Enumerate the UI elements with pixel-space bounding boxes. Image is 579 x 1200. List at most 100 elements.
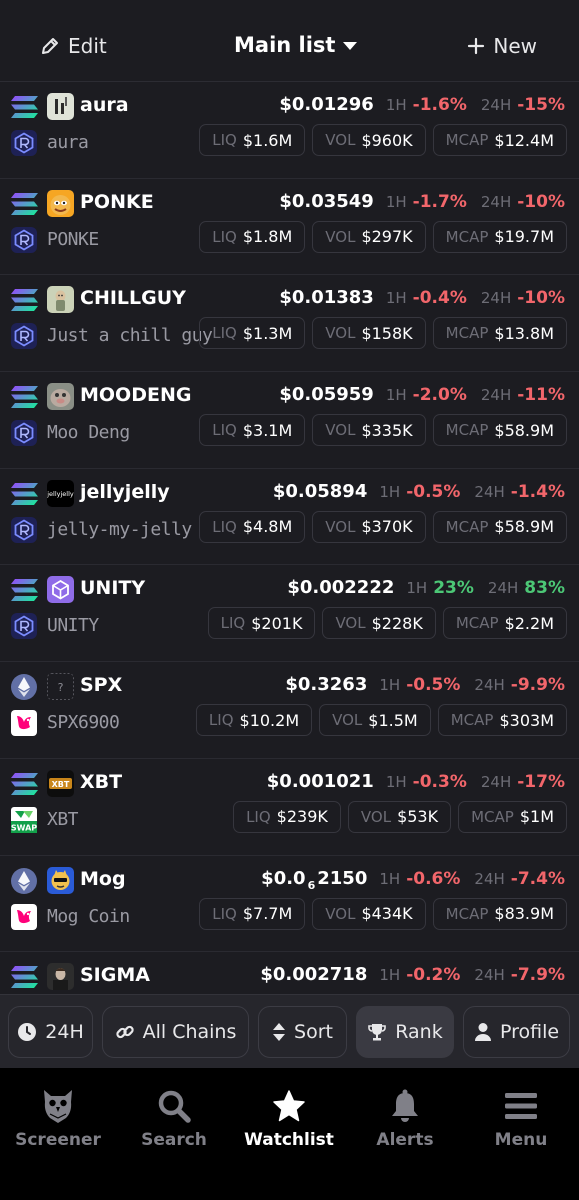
change-1h-label: 1H [379, 676, 401, 695]
token-logo: jellyjelly [47, 479, 74, 507]
menu-icon [503, 1088, 539, 1124]
change-1h-label: 1H [406, 579, 428, 598]
token-row[interactable]: UNITY UNITY $0.002222 1H 23% 24H 83% LIQ… [0, 565, 579, 663]
change-1h-label: 1H [385, 772, 407, 791]
change-1h-label: 1H [379, 482, 401, 501]
token-symbol: MOODENG [80, 384, 192, 407]
raydium-dex-icon [11, 613, 37, 640]
solana-chain-icon [11, 386, 38, 409]
token-price: $0.01296 [279, 94, 374, 115]
volume-pill: VOL $228K [322, 607, 436, 640]
token-stats: LIQ $201K VOL $228K MCAP $2.2M [207, 607, 567, 640]
token-row[interactable]: MOODENG Moo Deng $0.05959 1H -2.0% 24H -… [0, 372, 579, 469]
token-logo [47, 93, 74, 120]
ethereum-chain-icon [11, 867, 38, 894]
sort-button[interactable]: Sort [258, 1006, 347, 1058]
solana-chain-icon [11, 482, 38, 505]
solana-chain-icon [11, 772, 38, 795]
token-row[interactable]: aura aura $0.01296 1H -1.6% 24H -15% LIQ… [0, 82, 579, 179]
solana-chain-icon [11, 966, 38, 989]
token-name: Moo Deng [47, 422, 130, 444]
token-row[interactable]: PONKE PONKE $0.03549 1H -1.7% 24H -10% L… [0, 179, 579, 276]
change-24h: -10% [517, 191, 565, 212]
price-line: $0.001021 1H -0.3% 24H -17% [267, 771, 565, 792]
volume-pill: VOL $960K [312, 124, 426, 156]
change-1h: -2.0% [412, 385, 467, 406]
change-1h-label: 1H [385, 192, 407, 211]
top-bar: Edit Main list New [0, 0, 579, 82]
token-logo [47, 866, 74, 894]
change-24h: -1.4% [510, 481, 565, 502]
liquidity-pill: LIQ $3.1M [199, 414, 306, 447]
search-icon [156, 1088, 192, 1124]
nav-screener-label: Screener [15, 1130, 101, 1150]
pencil-icon [42, 38, 58, 54]
change-24h-label: 24H [487, 579, 519, 598]
nav-menu[interactable]: Menu [463, 1088, 579, 1150]
token-row[interactable]: SIGMA $0.002718 1H -0.2% 24H -7.9% [0, 952, 579, 994]
token-symbol: UNITY [80, 577, 146, 600]
mcap-pill: MCAP $1M [458, 800, 567, 833]
price-line: $0.002222 1H 23% 24H 83% [287, 577, 565, 598]
change-24h-label: 24H [474, 676, 505, 695]
liquidity-pill: LIQ $1.6M [199, 124, 306, 156]
price-line: $0.03549 1H -1.7% 24H -10% [279, 191, 565, 212]
owl-icon [40, 1088, 76, 1124]
plus-icon [468, 37, 485, 55]
token-stats: LIQ $7.7M VOL $434K MCAP $83.9M [199, 897, 567, 930]
token-name: PONKE [47, 228, 99, 250]
mcap-pill: MCAP $19.7M [432, 220, 567, 253]
raydium-dex-icon [11, 323, 37, 350]
token-stats: LIQ $10.2M VOL $1.5M MCAP $303M [195, 704, 567, 737]
token-name: aura [47, 132, 89, 153]
change-24h: -11% [517, 385, 565, 406]
change-24h-label: 24H [480, 386, 512, 405]
change-24h-label: 24H [474, 869, 505, 888]
mcap-pill: MCAP $12.4M [432, 124, 567, 156]
token-price: $0.01383 [279, 287, 374, 309]
token-symbol: aura [80, 94, 129, 116]
change-1h: 23% [433, 578, 474, 599]
token-logo [47, 576, 74, 604]
liquidity-pill: LIQ $4.8M [199, 510, 306, 543]
token-name: jelly-my-jelly [47, 518, 192, 540]
change-1h-label: 1H [379, 869, 401, 888]
list-selector[interactable]: Main list [234, 33, 358, 57]
change-24h-label: 24H [480, 96, 512, 114]
edit-button[interactable]: Edit [40, 34, 107, 58]
nav-alerts-label: Alerts [376, 1130, 434, 1150]
nav-watchlist[interactable]: Watchlist [231, 1088, 347, 1150]
token-stats: LIQ $4.8M VOL $370K MCAP $58.9M [199, 510, 567, 543]
change-1h: -0.6% [406, 868, 461, 889]
filter-bar: 24H All Chains Sort Rank Profile [0, 994, 579, 1068]
token-symbol: Mog [80, 867, 126, 890]
uniswap-dex-icon [11, 903, 37, 930]
nav-search[interactable]: Search [116, 1088, 232, 1150]
token-row[interactable]: jellyjelly jellyjelly jelly-my-jelly $0.… [0, 469, 579, 566]
token-symbol: jellyjelly [80, 480, 170, 503]
token-logo [47, 286, 74, 314]
change-1h: -0.2% [406, 965, 461, 986]
profile-button[interactable]: Profile [463, 1006, 570, 1058]
chains-button[interactable]: All Chains [102, 1006, 249, 1058]
chains-label: All Chains [142, 1021, 237, 1043]
profile-label: Profile [499, 1021, 560, 1043]
token-row[interactable]: Mog Mog Coin $0.0 6 2150 1H -0.6% 24H -7.4… [0, 856, 579, 953]
timeframe-button[interactable]: 24H [8, 1006, 93, 1058]
volume-pill: VOL $434K [312, 897, 426, 930]
new-list-button[interactable]: New [467, 34, 537, 58]
price-line: $0.01383 1H -0.4% 24H -10% [279, 287, 565, 308]
change-24h-label: 24H [474, 966, 505, 985]
token-row[interactable]: ? SPX SPX6900 $0.3263 1H -0.5% 24H -9.9%… [0, 662, 579, 759]
star-icon [271, 1088, 307, 1124]
clock-icon [18, 1023, 37, 1041]
solana-chain-icon [11, 579, 38, 602]
svg-text:SWAP: SWAP [11, 823, 37, 832]
rank-button[interactable]: Rank [356, 1006, 454, 1058]
nav-screener[interactable]: Screener [0, 1088, 116, 1150]
token-row[interactable]: CHILLGUY Just a chill guy $0.01383 1H -0… [0, 275, 579, 373]
nav-alerts[interactable]: Alerts [347, 1088, 463, 1150]
token-row[interactable]: SWAP XBT XBT XBT $0.001021 1H -0.3% 24H … [0, 759, 579, 856]
caret-down-icon [343, 42, 358, 50]
price-line: $0.05959 1H -2.0% 24H -11% [279, 384, 565, 405]
